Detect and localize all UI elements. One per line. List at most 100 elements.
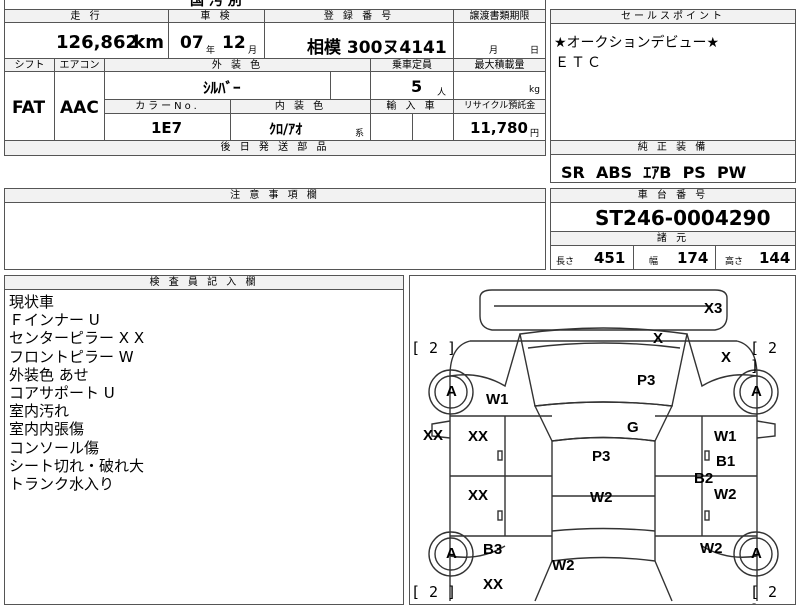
registration-value: 相模 300ヌ4141 (307, 38, 447, 58)
mileage-header: 走 行 (5, 10, 169, 23)
damage-mark-p3-hood: P3 (637, 372, 656, 389)
shift-cell: FAT (5, 72, 55, 141)
recycle-value: 11,780 (470, 119, 528, 137)
inspector-note-line: センターピラー X X (9, 329, 145, 348)
top-partial-strip: 国 汚 別 (4, 0, 546, 9)
exterior-color-value: ｼﾙﾊﾞｰ (203, 79, 241, 97)
color-no-cell: 1E7 (105, 114, 231, 141)
length-value: 451 (594, 249, 626, 267)
aircon-value: AAC (60, 98, 99, 118)
recycle-unit: 円 (530, 129, 540, 139)
damage-mark-w2-center: W2 (590, 489, 613, 506)
later-parts-header: 後 日 発 送 部 品 (5, 141, 545, 155)
inspection-cell: 07 年 12 月 (169, 23, 265, 59)
interior-color-suffix: 系 (355, 129, 365, 139)
color-no-value: 1E7 (151, 119, 183, 137)
inspection-month: 12 (222, 33, 246, 53)
max-load-cell: kg (454, 72, 545, 100)
import-cell-a (371, 114, 413, 141)
notes-header: 注 意 事 項 欄 (5, 189, 545, 203)
inspection-header: 車 検 (169, 10, 265, 23)
height-value: 144 (759, 249, 791, 267)
width-label: 幅 (649, 257, 659, 267)
tire-front-right: A (751, 383, 762, 400)
max-load-unit: kg (529, 85, 540, 95)
shift-header: シフト (5, 59, 55, 72)
sales-point-line2: ＥＴＣ (555, 55, 603, 71)
sales-point-line1: ★オークションデビュー★ (554, 35, 720, 51)
damage-mark-b3: B3 (483, 541, 503, 558)
damage-mark-g: G (627, 419, 639, 436)
inspector-note-line: 室内内張傷 (9, 420, 85, 439)
tread-bracket-front-left: [ 2 ] (411, 339, 457, 357)
capacity-header: 乗車定員 (371, 59, 454, 72)
damage-mark-b1: B1 (716, 453, 736, 470)
equipment-header: 純 正 装 備 (551, 141, 795, 155)
capacity-cell: 5 人 (371, 72, 454, 100)
width-value: 174 (677, 249, 709, 267)
inspector-note-line: フロントピラー W (9, 347, 134, 366)
aircon-cell: AAC (55, 72, 105, 141)
damage-mark-xx-left-edge: XX (423, 427, 444, 444)
damage-mark-w2-rear-right: W2 (700, 540, 723, 557)
capacity-value: 5 (411, 77, 423, 96)
exterior-color-cell: ｼﾙﾊﾞｰ (105, 72, 331, 100)
damage-mark-x3: X3 (704, 300, 723, 317)
recycle-cell: 11,780 円 (454, 114, 545, 141)
recycle-header: リサイクル預託金 (454, 100, 545, 114)
top-partial-text: 国 汚 別 (190, 0, 242, 9)
transfer-month-unit: 月 (489, 46, 499, 56)
damage-mark-xx-left-door: XX (468, 428, 489, 445)
tire-rear-left: A (446, 545, 457, 562)
transfer-day-unit: 日 (530, 46, 540, 56)
tread-bracket-rear-right: [ 2 ] (750, 583, 778, 604)
mileage-unit: km (133, 32, 164, 53)
width-spec: 幅 174 (633, 246, 716, 270)
tire-rear-right: A (751, 545, 762, 562)
capacity-unit: 人 (437, 88, 447, 98)
tire-front-left: A (446, 383, 457, 400)
interior-color-header: 内 装 色 (231, 100, 371, 114)
import-header: 輸 入 車 (371, 100, 454, 114)
registration-header: 登 録 番 号 (265, 10, 454, 23)
inspector-notes: 現状車 Ｆインナー U センターピラー X X フロントピラー W 外装色 あせ… (9, 293, 144, 493)
damage-mark-x-front-right: X (721, 349, 732, 366)
mileage-value: 126,862 (56, 32, 138, 53)
length-spec: 長さ 451 (551, 246, 634, 270)
damage-mark-p3-center: P3 (592, 448, 611, 465)
shift-value: FAT (12, 98, 46, 118)
aircon-header: エアコン (55, 59, 105, 72)
damage-mark-w2-right: W2 (714, 486, 737, 503)
inspector-header: 検 査 員 記 入 欄 (5, 276, 403, 290)
damage-mark-xx-left-rear: XX (468, 487, 489, 504)
inspector-note-line: トランク水入り (9, 475, 115, 494)
exterior-color-extra-cell (331, 72, 371, 100)
inspector-box: 検 査 員 記 入 欄 現状車 Ｆインナー U センターピラー X X フロント… (4, 275, 404, 605)
inspector-note-line: コンソール傷 (9, 438, 100, 457)
equipment-box: 純 正 装 備 SR ABS ｴｱB PS PW (550, 141, 796, 183)
chassis-box: 車 台 番 号 ST246-0004290 諸 元 長さ 451 幅 174 高… (550, 188, 796, 270)
inspector-note-line: 外装色 あせ (9, 365, 89, 384)
damage-mark-x-roof: X (653, 330, 664, 347)
sales-point-header: セールスポイント (551, 10, 795, 24)
length-label: 長さ (556, 257, 575, 267)
sales-point-box: セールスポイント ★オークションデビュー★ ＥＴＣ (550, 9, 796, 141)
inspection-year-unit: 年 (206, 46, 216, 56)
car-diagram: X3 X X P3 W1 G XX XX W1 B1 P3 B2 XX W2 W… (409, 275, 796, 605)
height-spec: 高さ 144 (715, 246, 795, 270)
damage-mark-w2-rear: W2 (552, 557, 575, 574)
specs-header: 諸 元 (551, 231, 795, 246)
transfer-header: 譲渡書類期限 (454, 10, 545, 23)
damage-mark-w1-left: W1 (486, 391, 509, 408)
damage-mark-b2: B2 (694, 470, 714, 487)
height-label: 高さ (725, 257, 744, 267)
mileage-cell: 126,862 km (5, 23, 169, 59)
equipment-value: SR ABS ｴｱB PS PW (561, 163, 747, 182)
inspector-note-line: 現状車 (9, 293, 55, 311)
transfer-cell: 月 日 (454, 23, 545, 59)
max-load-header: 最大積載量 (454, 59, 545, 72)
import-cell-b (413, 114, 454, 141)
inspector-note-line: Ｆインナー U (9, 311, 100, 330)
damage-mark-xx-bottom: XX (483, 576, 504, 593)
tread-bracket-rear-left: [ 2 ] (411, 583, 457, 601)
